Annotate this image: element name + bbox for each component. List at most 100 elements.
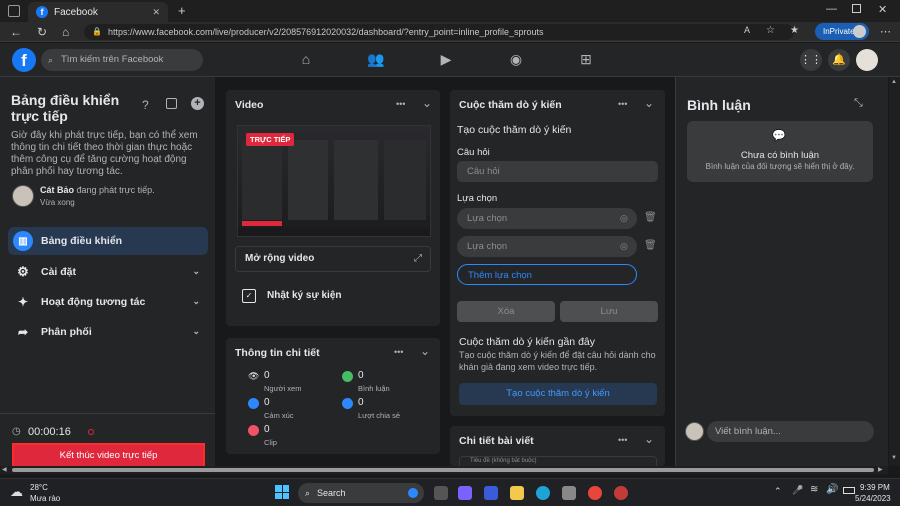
new-tab-icon[interactable]: + — [178, 3, 186, 18]
chevron-down-icon[interactable]: ⌄ — [420, 344, 430, 358]
taskbar-search-input[interactable]: ⌕ Search — [298, 483, 424, 503]
app-red-icon[interactable] — [614, 486, 628, 500]
comment-icon — [342, 371, 353, 382]
menu-grid-icon[interactable]: ⋮⋮ — [800, 49, 822, 71]
notifications-bell-icon[interactable]: 🔔 — [828, 49, 850, 71]
browser-tab[interactable]: f Facebook ✕ — [28, 2, 168, 22]
video-card: Video ••• ⌄ TRỰC TIẾP Mở rộng video ⤢ ✓ … — [226, 90, 440, 326]
option-input-1[interactable]: Lựa chọn ◎ — [457, 208, 637, 229]
broadcaster-avatar[interactable] — [12, 185, 34, 207]
chevron-down-icon[interactable]: ⌄ — [422, 96, 432, 110]
horizontal-scrollbar[interactable]: ◀ ▶ — [0, 466, 888, 474]
live-badge: TRỰC TIẾP — [246, 133, 295, 146]
maximize-icon[interactable] — [852, 4, 861, 13]
delete-poll-button[interactable]: Xóa — [457, 301, 555, 322]
minimize-icon[interactable]: — — [826, 3, 837, 15]
more-options-icon[interactable]: ••• — [618, 99, 627, 109]
start-button-icon[interactable] — [275, 485, 289, 499]
add-option-button[interactable]: Thêm lựa chọn — [457, 264, 637, 285]
close-window-icon[interactable]: ✕ — [878, 3, 887, 16]
task-view-icon[interactable] — [434, 486, 448, 500]
inprivate-badge[interactable]: InPrivate — [815, 23, 869, 40]
facebook-search-input[interactable]: ⌕ Tìm kiếm trên Facebook — [41, 49, 203, 71]
broadcast-time: Vừa xong — [40, 198, 75, 207]
stat-clips: 0 Clip — [248, 424, 348, 454]
scroll-right-icon[interactable]: ▶ — [878, 466, 883, 473]
expand-video-row[interactable]: Mở rộng video ⤢ — [235, 246, 431, 272]
chevron-down-icon: ⌄ — [192, 296, 200, 306]
watch-nav-icon[interactable]: ▶ — [437, 51, 455, 69]
sidebar-item-dashboard[interactable]: ▥ Bảng điều khiển — [8, 227, 208, 255]
vertical-scrollbar[interactable]: ▲ ▼ — [889, 77, 900, 466]
file-explorer-icon[interactable] — [510, 486, 524, 500]
clock-date[interactable]: 5/24/2023 — [855, 494, 891, 503]
browser-menu-icon[interactable]: ⋯ — [880, 25, 891, 38]
video-preview[interactable]: TRỰC TIẾP — [237, 125, 431, 237]
wifi-icon[interactable]: ≋ — [810, 484, 818, 495]
option-placeholder: Lựa chọn — [467, 241, 508, 252]
clock-time[interactable]: 9:39 PM — [860, 483, 890, 492]
chevron-down-icon[interactable]: ⌄ — [644, 96, 654, 110]
write-comment-input[interactable]: Viết bình luận... — [707, 421, 874, 442]
trash-icon[interactable]: 🗑 — [644, 240, 657, 251]
sidebar-item-settings[interactable]: ⚙ Cài đặt ⌄ — [8, 258, 208, 286]
scroll-up-icon[interactable]: ▲ — [891, 79, 897, 85]
help-icon[interactable]: ? — [142, 98, 149, 112]
volume-icon[interactable]: 🔊 — [826, 484, 838, 495]
more-options-icon[interactable]: ••• — [396, 99, 405, 109]
groups-nav-icon[interactable]: ◉ — [507, 51, 525, 69]
store-icon[interactable] — [562, 486, 576, 500]
broadcaster-name[interactable]: Cát Bảo — [40, 185, 74, 195]
create-poll-button[interactable]: Tạo cuộc thăm dò ý kiến — [459, 383, 657, 405]
expand-video-label: Mở rộng video — [245, 253, 315, 264]
chevron-down-icon[interactable]: ⌄ — [644, 432, 654, 446]
url-field[interactable]: 🔒 https://www.facebook.com/live/producer… — [84, 24, 794, 40]
trash-icon[interactable]: 🗑 — [644, 212, 657, 223]
create-poll-title: Tạo cuộc thăm dò ý kiến — [457, 124, 572, 136]
refresh-icon[interactable]: ↻ — [37, 25, 47, 39]
horizontal-scroll-thumb[interactable] — [12, 468, 874, 472]
home-icon[interactable]: ⌂ — [62, 25, 69, 39]
sidebar-item-engagement[interactable]: ✦ Hoạt động tương tác ⌄ — [8, 288, 208, 316]
tab-close-icon[interactable]: ✕ — [152, 7, 160, 18]
home-nav-icon[interactable]: ⌂ — [297, 51, 315, 69]
event-log-row[interactable]: ✓ Nhật ký sự kiện — [235, 286, 431, 308]
add-option-label: Thêm lựa chọn — [468, 270, 532, 281]
search-placeholder: Tìm kiếm trên Facebook — [61, 54, 164, 65]
chrome-icon[interactable] — [588, 486, 602, 500]
comments-panel: Bình luận ⤡ 💬 Chưa có bình luận Bình luậ… — [675, 77, 888, 466]
post-title-input[interactable]: Tiêu đề (không bắt buộc) — [459, 456, 657, 466]
battery-icon[interactable] — [843, 487, 855, 494]
scroll-down-icon[interactable]: ▼ — [891, 455, 897, 461]
account-avatar[interactable] — [856, 49, 878, 71]
sidebar-item-distribution[interactable]: ➦ Phân phối ⌄ — [8, 318, 208, 346]
poll-card-title: Cuộc thăm dò ý kiến — [459, 99, 562, 111]
more-options-icon[interactable]: ••• — [618, 435, 627, 445]
edge-icon[interactable] — [536, 486, 550, 500]
app-icon[interactable] — [484, 486, 498, 500]
favorites-icon[interactable]: ★ — [790, 25, 799, 36]
scroll-left-icon[interactable]: ◀ — [2, 466, 7, 473]
save-poll-button[interactable]: Lưu — [560, 301, 658, 322]
option-input-2[interactable]: Lựa chọn ◎ — [457, 236, 637, 257]
friends-nav-icon[interactable]: 👥 — [367, 51, 385, 69]
live-timer: 00:00:16 — [28, 426, 71, 438]
meet-icon[interactable] — [458, 486, 472, 500]
question-input[interactable]: Câu hỏi — [457, 161, 658, 182]
microphone-icon[interactable]: 🎤 — [792, 485, 803, 496]
back-icon[interactable]: ← — [10, 25, 22, 39]
read-aloud-icon[interactable]: A — [744, 25, 750, 35]
facebook-top-nav: f ⌕ Tìm kiếm trên Facebook ⌂ 👥 ▶ ◉ ⊞ ⋮⋮ … — [0, 43, 900, 77]
window-icon[interactable] — [8, 5, 20, 17]
share-icon — [342, 398, 353, 409]
facebook-logo-icon[interactable]: f — [12, 48, 36, 72]
favorite-star-icon[interactable]: ☆ — [766, 25, 775, 36]
gaming-nav-icon[interactable]: ⊞ — [577, 51, 595, 69]
taskbar-search-label: Search — [317, 488, 346, 498]
collapse-panel-icon[interactable] — [166, 98, 177, 109]
more-options-icon[interactable]: ••• — [394, 347, 403, 357]
sidebar-item-label: Bảng điều khiển — [41, 235, 123, 247]
add-icon[interactable]: + — [191, 97, 204, 110]
tray-chevron-icon[interactable]: ⌃ — [774, 486, 782, 497]
collapse-icon[interactable]: ⤡ — [854, 97, 863, 110]
